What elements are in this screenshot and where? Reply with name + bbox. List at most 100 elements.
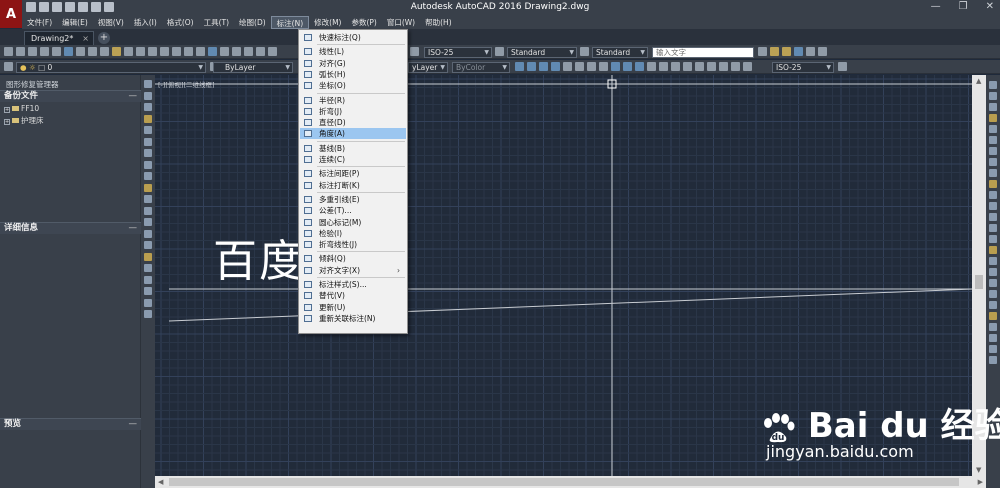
plot-style-select[interactable]: ByColor ▼ — [452, 62, 510, 73]
menu-item-2[interactable]: 视图(V) — [93, 16, 129, 29]
plot-icon[interactable] — [78, 2, 88, 12]
tree-item-bed[interactable]: + 护理床 — [4, 115, 44, 126]
table-style-select[interactable]: Standard ▼ — [592, 47, 648, 58]
menu-item-9[interactable]: 参数(P) — [346, 16, 381, 29]
dim-space-icon[interactable] — [647, 62, 656, 71]
app-logo[interactable]: A — [0, 0, 22, 28]
dim-style-select[interactable]: ISO-25 ▼ — [424, 47, 492, 58]
menu-item-6[interactable]: 绘图(D) — [234, 16, 271, 29]
search-input[interactable]: 输入文字 — [652, 47, 754, 58]
dim-menu-item-11[interactable]: 标注间距(P) — [300, 168, 406, 179]
dim-menu-item-2[interactable]: 对齐(G) — [300, 58, 406, 69]
viewport-controls-label[interactable]: [-][俯视][二维线框] — [158, 79, 215, 89]
pan-icon[interactable] — [160, 47, 169, 56]
dim-menu-item-13[interactable]: 多重引线(E) — [300, 194, 406, 205]
menu-item-10[interactable]: 窗口(W) — [382, 16, 420, 29]
dim-menu-item-22[interactable]: 更新(U) — [300, 302, 406, 313]
match-properties-icon[interactable] — [112, 47, 121, 56]
save-icon[interactable] — [28, 47, 37, 56]
vertical-scroll-thumb[interactable] — [975, 275, 983, 289]
text-style-icon[interactable] — [495, 47, 504, 56]
draw-tool-icon[interactable] — [144, 126, 152, 134]
print-icon[interactable] — [40, 47, 49, 56]
modify-tool-icon[interactable] — [989, 125, 997, 133]
find-icon[interactable] — [758, 47, 767, 56]
jogged-linear-icon[interactable] — [707, 62, 716, 71]
dim-menu-item-8[interactable]: 角度(A) — [300, 128, 406, 140]
zoom-previous-icon[interactable] — [196, 47, 205, 56]
collapse-icon[interactable]: — — [129, 419, 138, 430]
save-as-icon[interactable] — [65, 2, 75, 12]
center-mark-icon[interactable] — [683, 62, 692, 71]
diameter-icon[interactable] — [587, 62, 596, 71]
ordinate-icon[interactable] — [551, 62, 560, 71]
scroll-left-icon[interactable]: ◀ — [158, 478, 163, 486]
modify-tool-icon[interactable] — [989, 92, 997, 100]
modify-tool-icon[interactable] — [989, 81, 997, 89]
menu-item-5[interactable]: 工具(T) — [199, 16, 234, 29]
dim-menu-item-6[interactable]: 折弯(J) — [300, 106, 406, 117]
modify-tool-icon[interactable] — [989, 114, 997, 122]
dim-menu-item-1[interactable]: 线性(L) — [300, 46, 406, 57]
draw-tool-icon[interactable] — [144, 137, 152, 146]
dim-menu-item-23[interactable]: 重新关联标注(N) — [300, 313, 406, 324]
modify-tool-icon[interactable] — [989, 356, 997, 364]
draw-tool-icon[interactable] — [144, 252, 152, 261]
minimize-icon[interactable]: — — [931, 1, 941, 12]
dim-break-icon[interactable] — [659, 62, 668, 71]
modify-tool-icon[interactable] — [989, 290, 997, 298]
collapse-icon[interactable]: — — [129, 91, 138, 102]
dim-menu-item-0[interactable]: 快速标注(Q) — [300, 32, 406, 43]
dim-edit-icon[interactable] — [719, 62, 728, 71]
menu-item-11[interactable]: 帮助(H) — [420, 16, 457, 29]
text-style-select[interactable]: Standard ▼ — [507, 47, 577, 58]
document-tab[interactable]: Drawing2* × — [24, 31, 94, 45]
modify-tool-icon[interactable] — [989, 246, 997, 254]
draw-tool-icon[interactable] — [144, 172, 152, 180]
layout-icon[interactable] — [806, 47, 815, 56]
properties-icon[interactable] — [208, 47, 217, 56]
modify-tool-icon[interactable] — [989, 268, 997, 276]
calculator-icon[interactable] — [268, 47, 277, 56]
arc-length-icon[interactable] — [539, 62, 548, 71]
modify-tool-icon[interactable] — [989, 334, 997, 342]
tolerance-icon[interactable] — [671, 62, 680, 71]
draw-tool-icon[interactable] — [144, 310, 152, 318]
dim-text-edit-icon[interactable] — [731, 62, 740, 71]
menu-item-1[interactable]: 编辑(E) — [57, 16, 93, 29]
dim-menu-item-4[interactable]: 坐标(O) — [300, 80, 406, 91]
modify-tool-icon[interactable] — [989, 224, 997, 232]
backup-files-header[interactable]: 备份文件 — — [0, 90, 141, 102]
close-tab-icon[interactable]: × — [82, 32, 89, 45]
draw-tool-icon[interactable] — [144, 241, 152, 249]
modify-tool-icon[interactable] — [989, 323, 997, 331]
details-header[interactable]: 详细信息 — — [0, 222, 141, 234]
draw-tool-icon[interactable] — [144, 195, 152, 203]
zoom-window-icon[interactable] — [184, 47, 193, 56]
dim-menu-item-10[interactable]: 连续(C) — [300, 154, 406, 165]
multileader-style-icon[interactable] — [770, 47, 779, 56]
publish-icon[interactable] — [64, 47, 73, 56]
jogged-icon[interactable] — [575, 62, 584, 71]
zoom-realtime-icon[interactable] — [172, 47, 181, 56]
aligned-dim-icon[interactable] — [527, 62, 536, 71]
viewport-icon[interactable] — [818, 47, 827, 56]
draw-tool-icon[interactable] — [144, 114, 152, 123]
modify-tool-icon[interactable] — [989, 158, 997, 166]
dim-style-select-2[interactable]: ISO-25 ▼ — [772, 62, 834, 73]
open-icon[interactable] — [16, 47, 25, 56]
draw-tool-icon[interactable] — [144, 183, 152, 192]
modify-tool-icon[interactable] — [989, 235, 997, 243]
scroll-up-icon[interactable]: ▲ — [976, 77, 981, 85]
dim-menu-item-15[interactable]: 圆心标记(M) — [300, 217, 406, 228]
draw-tool-icon[interactable] — [144, 287, 152, 295]
dim-menu-item-19[interactable]: 对齐文字(X) › — [300, 265, 406, 276]
menu-item-8[interactable]: 修改(M) — [309, 16, 346, 29]
modify-tool-icon[interactable] — [989, 279, 997, 287]
modify-tool-icon[interactable] — [989, 257, 997, 265]
dim-style-manager-icon[interactable] — [838, 62, 847, 71]
new-file-icon[interactable] — [26, 2, 36, 12]
dim-menu-item-3[interactable]: 弧长(H) — [300, 69, 406, 80]
layer-states-icon[interactable] — [782, 47, 791, 56]
cut-icon[interactable] — [76, 47, 85, 56]
